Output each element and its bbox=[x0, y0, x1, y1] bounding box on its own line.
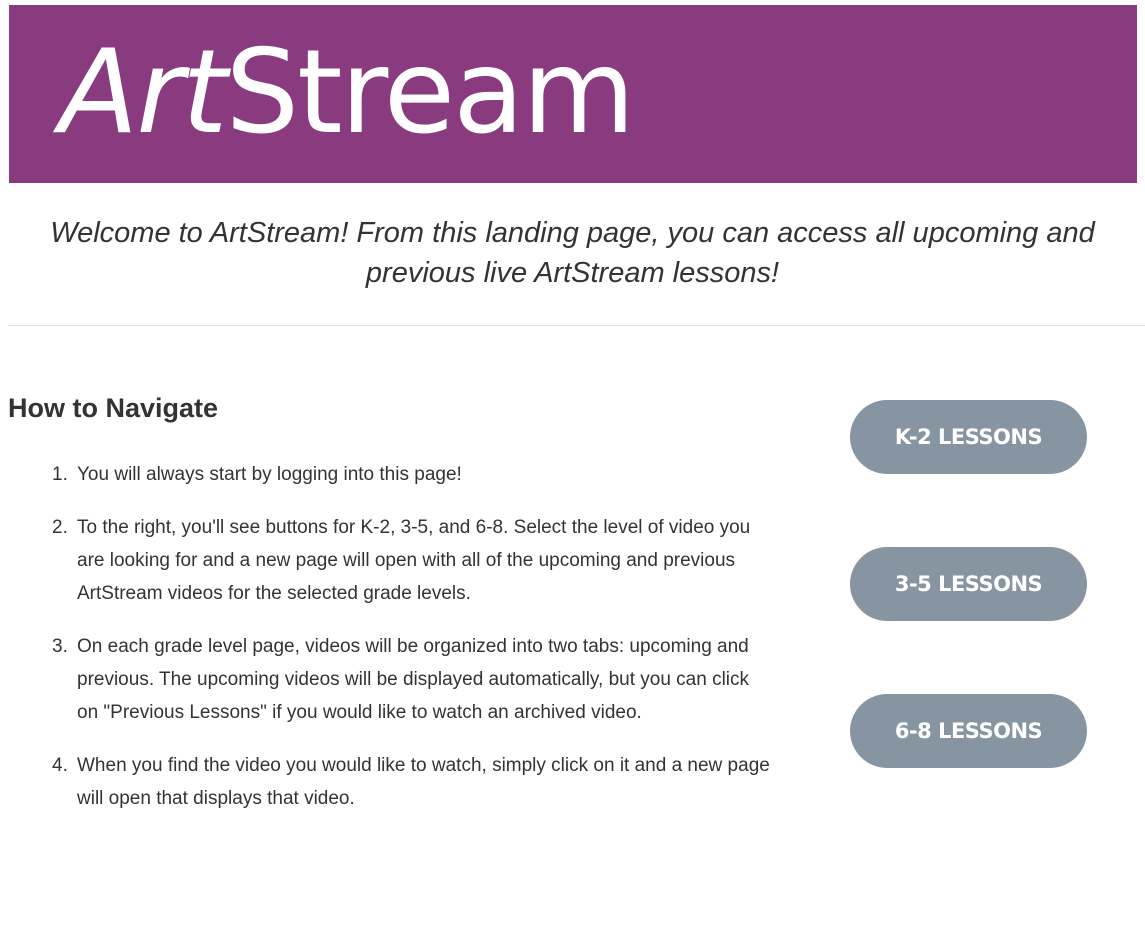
6-8-lessons-button[interactable]: 6-8 LESSONS bbox=[850, 694, 1087, 768]
section-divider bbox=[8, 325, 1145, 326]
welcome-line-2: previous live ArtStream lessons! bbox=[365, 257, 780, 289]
3-5-lessons-button[interactable]: 3-5 LESSONS bbox=[850, 547, 1087, 621]
navigation-steps-list: 1. You will always start by logging into… bbox=[52, 458, 772, 835]
k2-lessons-button[interactable]: K-2 LESSONS bbox=[850, 400, 1087, 474]
welcome-message: Welcome to ArtStream! From this landing … bbox=[0, 213, 1145, 293]
logo-art-text: Art bbox=[59, 25, 228, 160]
artstream-logo: ArtStream bbox=[59, 33, 635, 153]
logo-stream-text: Stream bbox=[225, 25, 636, 160]
step-text: On each grade level page, videos will be… bbox=[77, 636, 750, 723]
welcome-line-1: Welcome to ArtStream! From this landing … bbox=[50, 217, 1095, 249]
step-text: You will always start by logging into th… bbox=[77, 464, 462, 485]
list-item: 4. When you find the video you would lik… bbox=[52, 749, 772, 815]
step-text: To the right, you'll see buttons for K-2… bbox=[77, 517, 751, 604]
list-item: 2. To the right, you'll see buttons for … bbox=[52, 511, 772, 610]
list-item: 3. On each grade level page, videos will… bbox=[52, 630, 772, 729]
step-text: When you find the video you would like t… bbox=[77, 755, 770, 809]
step-number: 1. bbox=[52, 464, 68, 485]
step-number: 2. bbox=[52, 517, 68, 538]
step-number: 4. bbox=[52, 755, 68, 776]
header-banner: ArtStream bbox=[9, 5, 1137, 183]
step-number: 3. bbox=[52, 636, 68, 657]
how-to-navigate-heading: How to Navigate bbox=[8, 393, 219, 423]
list-item: 1. You will always start by logging into… bbox=[52, 458, 772, 491]
